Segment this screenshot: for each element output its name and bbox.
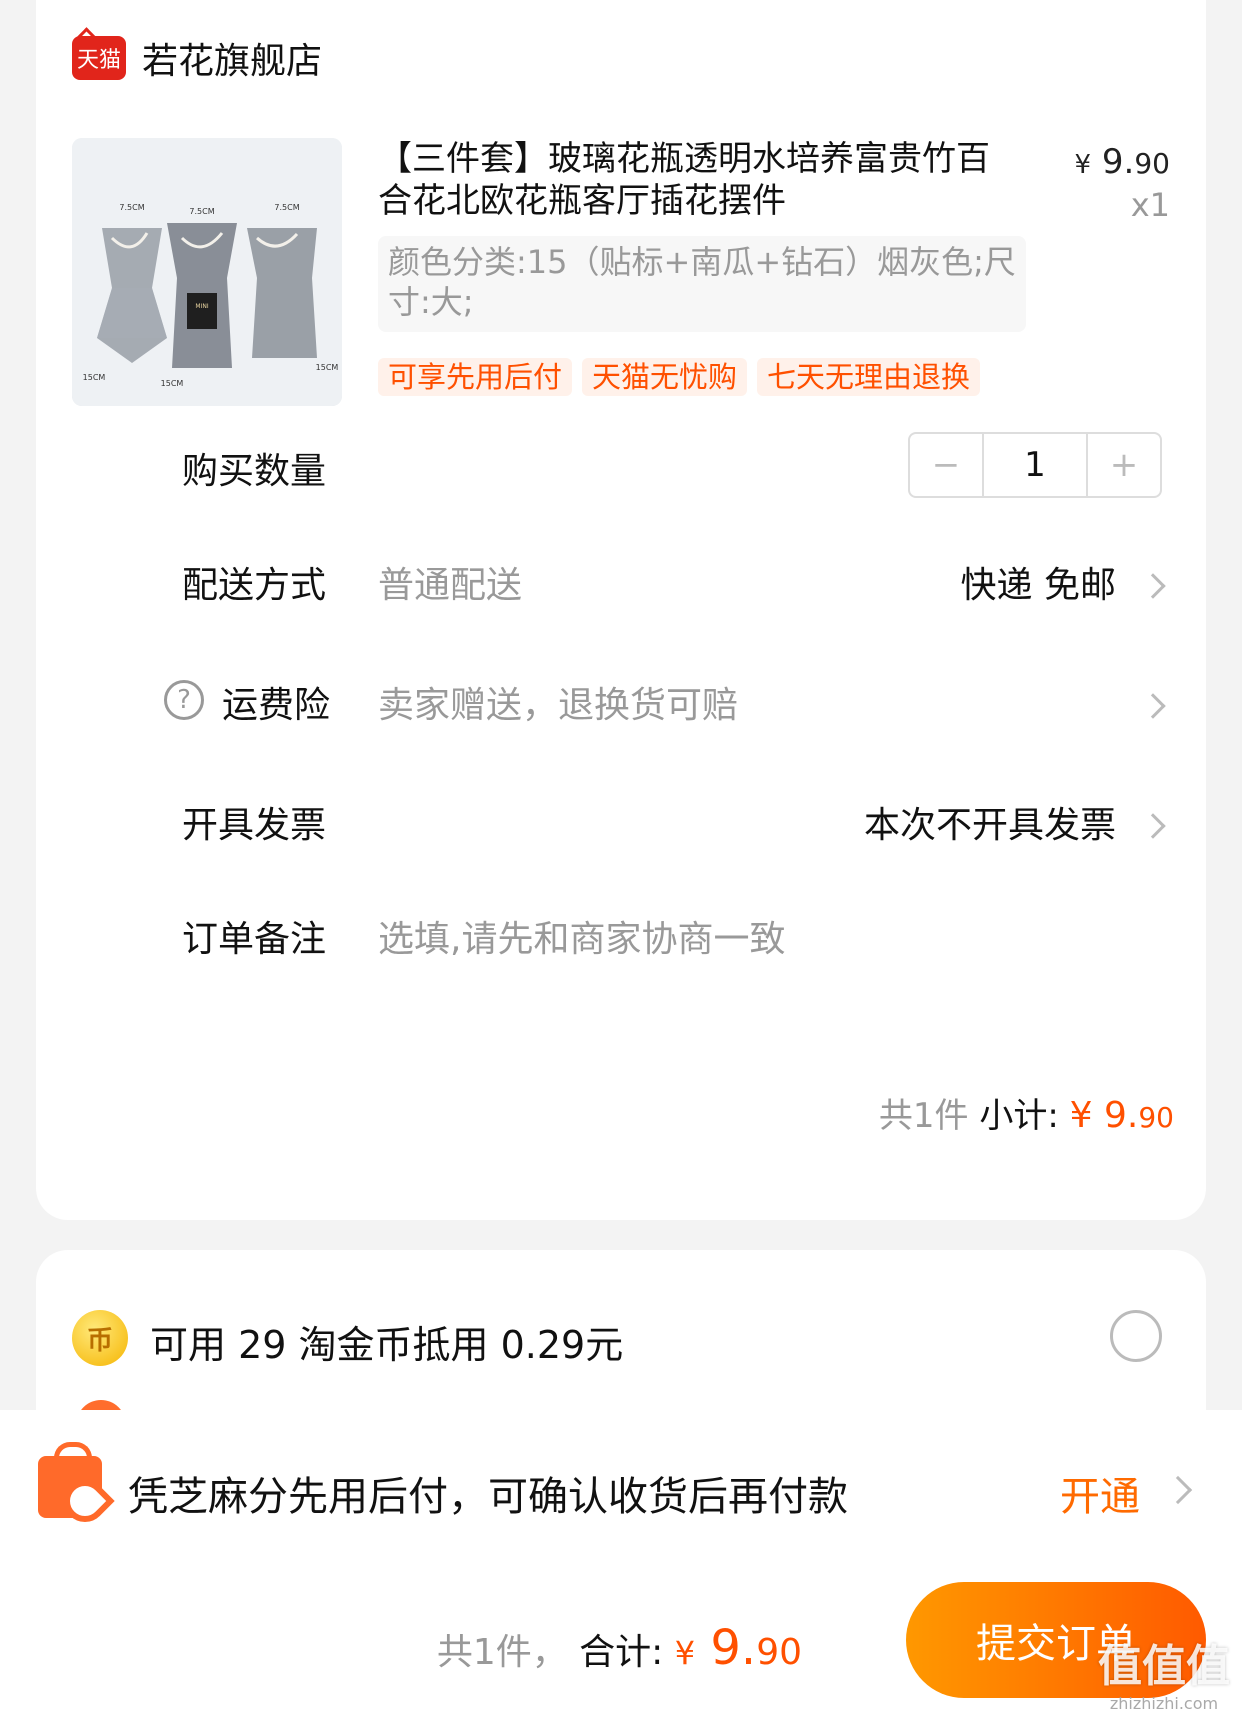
product-image[interactable]: MINI 7.5CM 7.5CM 7.5CM 15CM 15CM 15CM [72,138,342,406]
delivery-value[interactable]: 快递 免邮 [961,556,1116,608]
open-pay-later-link[interactable]: 开通 [1060,1464,1140,1522]
dim-label: 7.5CM [189,207,214,216]
watermark: 值值值 zhizhizhi.com [1098,1641,1230,1713]
shop-header[interactable]: 天猫 若花旗舰店 [72,32,322,84]
invoice-label: 开具发票 [182,805,327,846]
delivery-label: 配送方式 [182,565,327,606]
dim-label: 15CM [316,363,339,372]
chevron-right-icon[interactable] [1163,1475,1193,1505]
product-title[interactable]: 【三件套】玻璃花瓶透明水培养富贵竹百合花北欧花瓶客厅插花摆件 [378,138,1018,222]
insurance-desc: 卖家赠送，退换货可赔 [378,685,739,726]
invoice-value[interactable]: 本次不开具发票 [864,796,1116,848]
subtotal: 共1件 小计: ¥ 9.90 [879,1088,1174,1137]
remark-label: 订单备注 [182,919,327,960]
increase-button[interactable]: + [1088,434,1160,496]
total-amount: ¥ 9.90 [674,1620,802,1676]
shop-name: 若花旗舰店 [142,41,323,82]
pay-later-banner[interactable]: 凭芝麻分先用后付，可确认收货后再付款 开通 [38,1442,1206,1530]
dim-label: 15CM [83,373,106,382]
subtotal-amount: ¥ 9.90 [1069,1095,1174,1136]
insurance-label: 运费险 [222,685,331,726]
decrease-button[interactable]: − [910,434,982,496]
tag-worry-free: 天猫无忧购 [582,358,748,396]
tag-seven-day-return: 七天无理由退换 [757,358,981,396]
coin-text: 可用 29 淘金币抵用 0.29元 [150,1323,624,1367]
chevron-right-icon[interactable] [1140,813,1166,839]
sku-selector[interactable]: 颜色分类:15（贴标+南瓜+钻石）烟灰色;尺寸:大; [378,236,1026,332]
dim-label: 15CM [161,379,184,388]
bottom-bar: 凭芝麻分先用后付，可确认收货后再付款 开通 共1件， 合计: ¥ 9.90 提交… [0,1410,1242,1714]
subtotal-count: 共1件 [878,1096,969,1136]
subtotal-label: 小计: [979,1096,1059,1136]
order-total: 共1件， 合计: ¥ 9.90 [437,1620,802,1676]
shopping-bag-icon [38,1442,102,1518]
coin-radio[interactable] [1110,1310,1162,1362]
delivery-method: 普通配送 [378,565,523,606]
tag-pay-later: 可享先用后付 [378,358,573,396]
label-mini: MINI [195,303,208,310]
product-quantity: x1 [1130,186,1170,224]
coin-icon: 币 [72,1310,128,1366]
chevron-right-icon[interactable] [1140,693,1166,719]
total-count: 共1件， [436,1632,568,1673]
quantity-stepper: − 1 + [908,432,1162,498]
dim-label: 7.5CM [119,203,144,212]
quantity-input[interactable]: 1 [982,434,1088,496]
chevron-right-icon[interactable] [1140,573,1166,599]
product-price: ¥ 9.90 [1074,142,1170,182]
quantity-label: 购买数量 [182,451,327,492]
order-card: 天猫 若花旗舰店 MINI 7.5CM 7.5CM 7.5CM 15CM 15C… [36,0,1206,1220]
remark-input[interactable]: 选填,请先和商家协商一致 [378,910,785,962]
dim-label: 7.5CM [274,203,299,212]
total-label: 合计: [579,1632,664,1673]
help-icon[interactable]: ? [164,680,204,720]
pay-later-text: 凭芝麻分先用后付，可确认收货后再付款 [128,1474,848,1520]
tmall-logo-icon: 天猫 [72,36,126,80]
service-tags: 可享先用后付 天猫无忧购 七天无理由退换 [378,358,981,396]
